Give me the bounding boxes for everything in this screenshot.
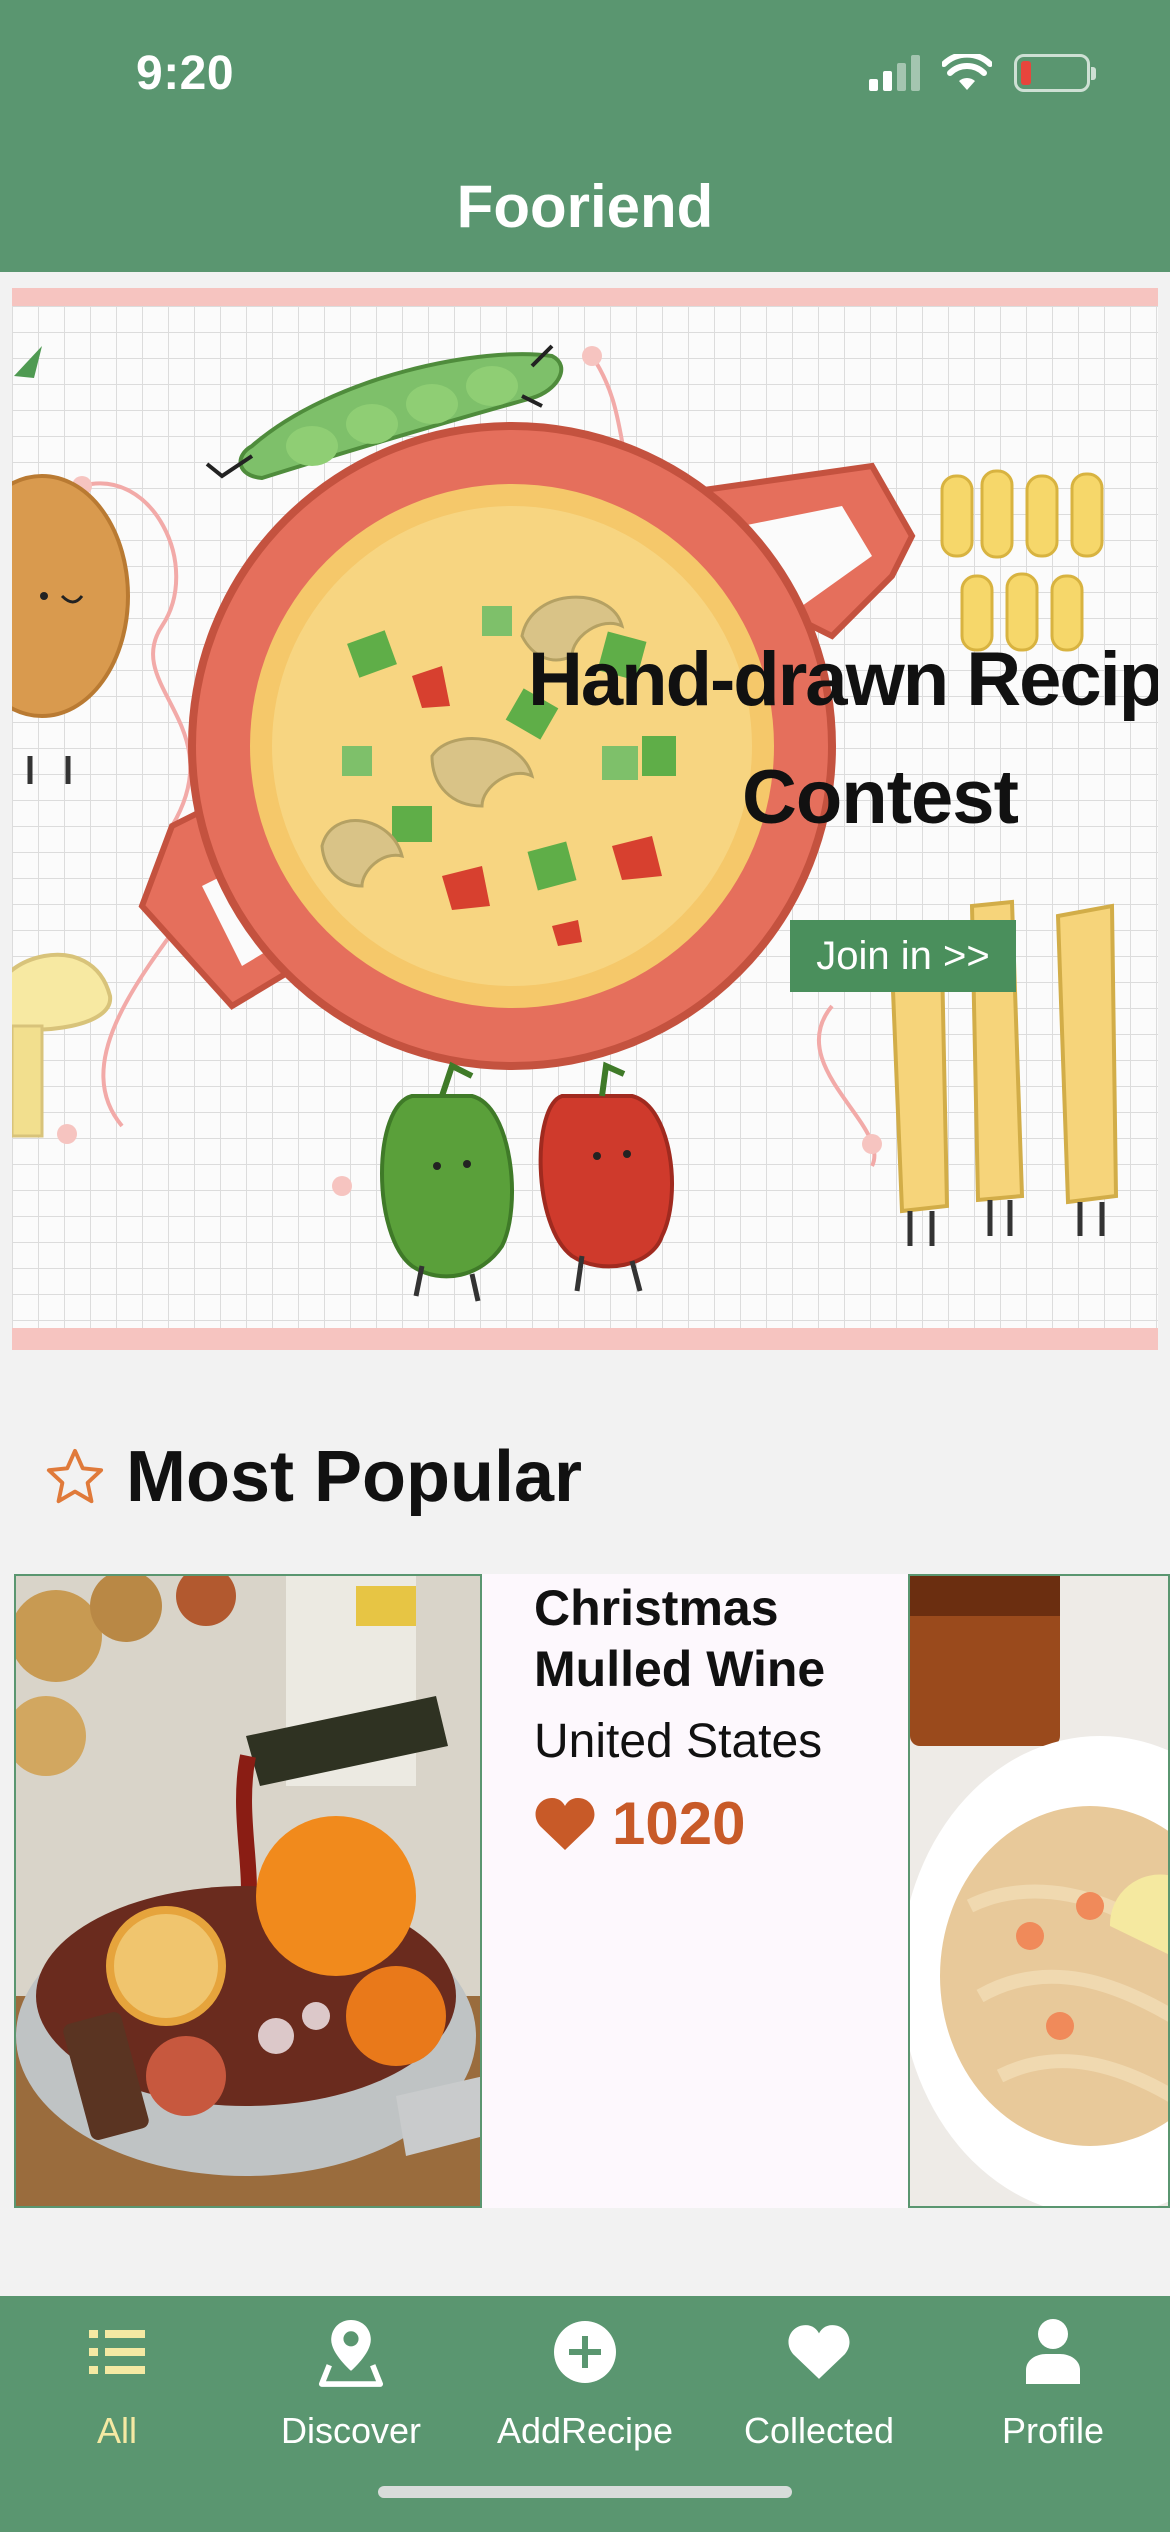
recipe-name: Christmas Mulled Wine [534, 1580, 826, 1697]
section-title: Most Popular [126, 1437, 583, 1517]
status-time: 9:20 [136, 47, 235, 100]
home-indicator[interactable] [378, 2486, 792, 2498]
app-header: 9:20 Fooriend [0, 0, 1170, 272]
tab-label: Discover [280, 2410, 422, 2451]
tab-label: Collected [743, 2410, 895, 2451]
wifi-icon [942, 54, 992, 90]
tab-all[interactable]: All [0, 2316, 234, 2476]
battery-icon [1014, 54, 1096, 92]
recipe-card-next[interactable] [908, 1574, 1170, 2208]
likes-count: 1020 [612, 1790, 746, 1857]
status-icons [869, 54, 1096, 92]
map-pin-icon [318, 2316, 384, 2388]
recipe-country: United States [534, 1715, 823, 1768]
join-in-button[interactable]: Join in >> [790, 920, 1016, 992]
likes-row: 1020 [534, 1789, 894, 1858]
banner-title-line2: Contest [742, 755, 1019, 840]
person-icon [1020, 2316, 1086, 2388]
popular-carousel[interactable]: Christmas Mulled Wine United States 1020 [0, 1574, 1170, 2208]
plus-circle-icon [552, 2316, 618, 2388]
tab-label: Profile [1001, 2410, 1105, 2451]
heart-icon [786, 2316, 852, 2388]
tab-label: All [96, 2410, 137, 2451]
recipe-info: Christmas Mulled Wine United States 1020 [534, 1578, 894, 1858]
tab-label: AddRecipe [496, 2410, 674, 2451]
banner-title-line1: Hand-drawn Recipe [528, 637, 1158, 722]
star-icon [46, 1448, 104, 1504]
most-popular-header: Most Popular [44, 1436, 582, 1518]
heart-icon[interactable] [534, 1796, 596, 1852]
tab-profile[interactable]: Profile [936, 2316, 1170, 2476]
recipe-image-next [908, 1574, 1170, 2208]
tab-addrecipe[interactable]: AddRecipe [468, 2316, 702, 2476]
recipe-card[interactable]: Christmas Mulled Wine United States 1020 [14, 1574, 910, 2208]
app-title: Fooriend [456, 173, 714, 240]
tab-collected[interactable]: Collected [702, 2316, 936, 2476]
app-screen: 9:20 Fooriend Hand-drawn Recipe Contest … [0, 0, 1170, 2532]
list-icon [84, 2316, 150, 2388]
recipe-image [14, 1574, 482, 2208]
contest-banner[interactable]: Hand-drawn Recipe Contest Join in >> [12, 288, 1158, 1350]
cellular-signal-icon [869, 55, 920, 91]
tab-discover[interactable]: Discover [234, 2316, 468, 2476]
